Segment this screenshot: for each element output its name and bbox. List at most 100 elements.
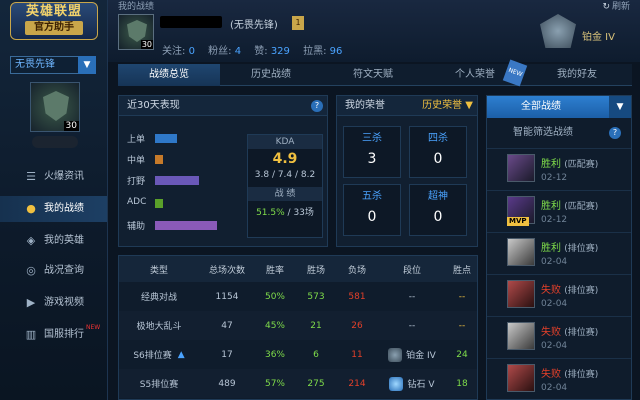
level-badge: 30 <box>140 40 153 49</box>
help-icon[interactable]: ? <box>609 127 621 139</box>
server-select[interactable]: 无畏先锋 ▼ <box>10 56 96 74</box>
tier: 钻石 V <box>407 380 435 390</box>
champion-portrait <box>507 364 535 392</box>
tab-friends[interactable]: 我的好友 <box>526 64 628 86</box>
match-item[interactable]: 胜利 (匹配赛) 02-12 <box>487 148 631 190</box>
role-bar <box>155 221 217 230</box>
nav-label: 我的英雄 <box>44 235 84 246</box>
tab-label: 我的好友 <box>557 69 597 80</box>
table-row[interactable]: 极地大乱斗 47 45% 21 26 -- -- <box>119 311 477 340</box>
likes-count[interactable]: 329 <box>271 46 290 57</box>
wins: 21 <box>310 320 322 331</box>
dislikes-count[interactable]: 96 <box>330 46 343 57</box>
league-points: 18 <box>456 378 468 389</box>
match-date: 02-04 <box>541 299 568 309</box>
match-date: 02-04 <box>541 341 568 351</box>
search-icon: ◎ <box>26 264 36 277</box>
nav-label: 火爆资讯 <box>44 171 84 182</box>
league-points: 24 <box>456 349 468 360</box>
honor-value: 3 <box>367 151 377 167</box>
honor-history-select[interactable]: 历史荣誉 ▼ <box>422 96 473 116</box>
losses: 11 <box>351 349 363 360</box>
avatar-crest-icon <box>43 91 69 121</box>
tab-overview[interactable]: 战绩总览 <box>118 64 220 86</box>
nav-item-ranking[interactable]: ▥ 国服排行 NEW <box>0 322 107 348</box>
column-header: 类型 <box>149 265 168 276</box>
mvp-badge: MVP <box>507 217 529 226</box>
nav-item-search[interactable]: ◎ 战况查询 <box>0 258 107 284</box>
role-bar <box>155 199 163 208</box>
follow-count[interactable]: 0 <box>189 46 195 57</box>
match-item[interactable]: MVP 胜利 (匹配赛) 02-12 <box>487 190 631 232</box>
honor-triple-kill: 三杀 3 <box>343 126 401 178</box>
nav-item-my-records[interactable]: ● 我的战绩 <box>0 196 107 222</box>
sidebar: 英雄联盟 官方助手 无畏先锋 ▼ 30 ☰ 火爆资讯 ● 我的战绩 ◈ 我的英雄… <box>0 0 108 400</box>
result-text: 胜利 <box>541 159 561 170</box>
losses: 26 <box>351 320 363 331</box>
tab-history[interactable]: 历史战绩 <box>220 64 322 86</box>
result-text: 失败 <box>541 369 561 380</box>
chevron-down-icon[interactable]: ▼ <box>78 56 96 74</box>
help-icon[interactable]: ? <box>311 100 323 112</box>
win-rate: 50% <box>264 291 285 302</box>
server-name: 无畏先锋 <box>15 59 55 70</box>
chevron-down-icon[interactable]: ▼ <box>609 96 631 118</box>
profile-header: 我的战绩 ↻ 刷新 30 (无畏先锋) 1 关注: 0 粉丝: 4 赞: 329 … <box>108 0 640 62</box>
wins: 275 <box>307 378 325 389</box>
role-bar <box>155 134 177 143</box>
match-mode: (排位赛) <box>564 328 599 338</box>
match-mode: (排位赛) <box>564 244 599 254</box>
winrate-value: 51.5% <box>256 208 285 218</box>
all-records-dropdown[interactable]: 全部战绩 ▼ <box>487 96 631 118</box>
match-item[interactable]: 失败 (排位赛) 02-04 <box>487 274 631 316</box>
kda-label: KDA <box>248 135 322 149</box>
role-bar <box>155 176 199 185</box>
match-result: 胜利 (匹配赛) <box>541 155 598 170</box>
wins: 573 <box>307 291 325 302</box>
result-text: 胜利 <box>541 201 561 212</box>
honor-label: 四杀 <box>428 133 448 144</box>
tab-label: 战绩总览 <box>149 69 189 80</box>
total-games: 17 <box>221 349 233 360</box>
honor-legendary: 超神 0 <box>409 184 467 236</box>
honor-label: 五杀 <box>362 191 382 202</box>
new-badge: NEW <box>502 59 528 87</box>
logo-title: 英雄联盟 <box>25 4 82 19</box>
match-result: 失败 (排位赛) <box>541 365 598 380</box>
refresh-button[interactable]: ↻ 刷新 <box>602 0 630 12</box>
honor-panel: 我的荣誉 历史荣誉 ▼ 三杀 3 四杀 0 五杀 0 超神 0 <box>336 95 478 247</box>
player-name-redacted <box>160 16 222 28</box>
breadcrumb: 我的战绩 <box>118 2 155 12</box>
avatar[interactable]: 30 <box>30 82 80 132</box>
smart-filter[interactable]: 智能筛选战绩 ? <box>487 120 631 146</box>
table-row[interactable]: S6排位赛 ▲ 17 36% 6 11 铂金 IV 24 <box>119 340 477 369</box>
chevron-up-icon[interactable]: ▲ <box>178 350 185 360</box>
table-row[interactable]: 经典对战 1154 50% 573 581 -- -- <box>119 282 477 311</box>
column-header: 段位 <box>402 265 421 276</box>
match-date: 02-12 <box>541 173 568 183</box>
avatar-crest-icon <box>127 20 147 42</box>
caret-down-icon: ▼ <box>465 100 473 111</box>
match-mode: (排位赛) <box>564 286 599 296</box>
play-icon: ▶ <box>26 296 36 309</box>
shield-icon: ◈ <box>26 234 36 247</box>
diamond-emblem-icon <box>389 376 404 391</box>
rank-emblem-icon <box>540 14 576 48</box>
nav-label: 国服排行 <box>44 329 84 340</box>
match-date: 02-04 <box>541 257 568 267</box>
tab-honors[interactable]: 个人荣誉 NEW <box>424 59 528 87</box>
table-row[interactable]: S5排位赛 489 57% 275 214 钻石 V 18 <box>119 369 477 398</box>
nav-item-videos[interactable]: ▶ 游戏视频 <box>0 290 107 316</box>
player-stats: 关注: 0 粉丝: 4 赞: 329 拉黑: 96 <box>162 42 352 57</box>
nav-item-news[interactable]: ☰ 火爆资讯 <box>0 164 107 190</box>
tier-cell: 钻石 V <box>377 369 447 398</box>
dropdown-label: 全部战绩 <box>521 101 561 112</box>
match-item[interactable]: 失败 (排位赛) 02-04 <box>487 316 631 358</box>
tier-cell: 铂金 IV <box>377 340 447 369</box>
tab-runes[interactable]: 符文天赋 <box>322 64 424 86</box>
match-item[interactable]: 失败 (排位赛) 02-04 <box>487 358 631 400</box>
nav-item-my-heroes[interactable]: ◈ 我的英雄 <box>0 228 107 254</box>
match-item[interactable]: 胜利 (排位赛) 02-04 <box>487 232 631 274</box>
tier: -- <box>408 291 416 302</box>
fans-count[interactable]: 4 <box>235 46 241 57</box>
